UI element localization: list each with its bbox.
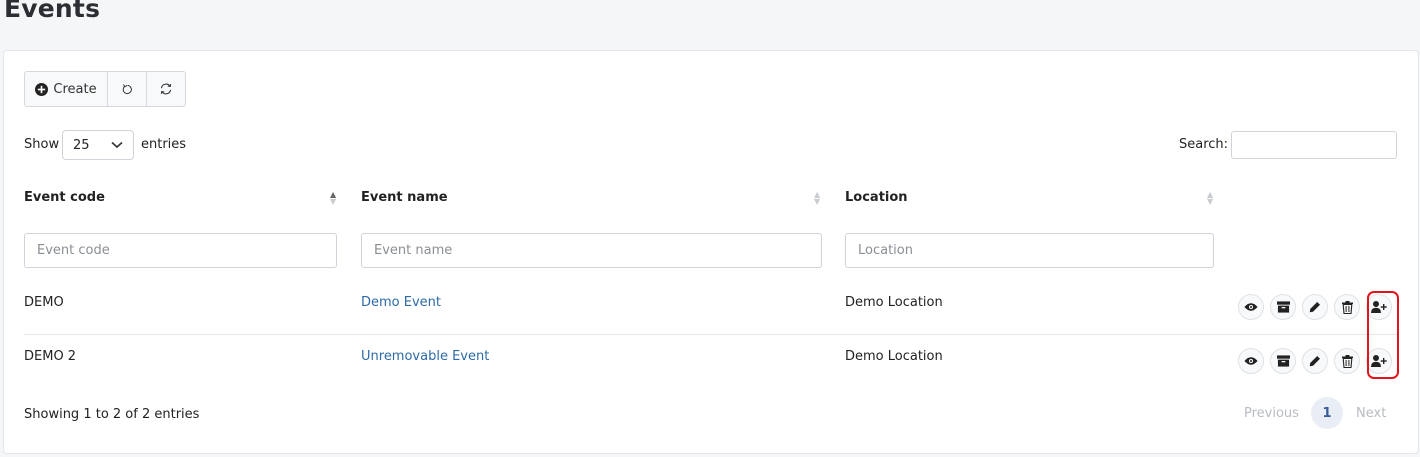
location-filter-input[interactable] — [845, 233, 1214, 268]
view-button[interactable] — [1238, 294, 1264, 320]
archive-icon — [1276, 355, 1290, 367]
sort-icon[interactable]: ▲ ▼ — [814, 191, 820, 206]
events-card: Create Show 25 entries Search: Event cod… — [3, 50, 1419, 454]
search-label: Search: — [1179, 137, 1229, 152]
location-cell: Demo Location — [845, 349, 943, 364]
eye-icon — [1244, 303, 1258, 311]
search-input[interactable] — [1231, 131, 1397, 159]
archive-icon — [1276, 301, 1290, 313]
entries-length-select[interactable]: 25 — [62, 130, 134, 160]
delete-button[interactable] — [1334, 294, 1360, 320]
trash-icon — [1341, 300, 1353, 314]
entries-length-value: 25 — [73, 137, 90, 153]
event-name-filter-input[interactable] — [361, 233, 822, 268]
refresh-icon — [160, 83, 172, 95]
view-button[interactable] — [1238, 348, 1264, 374]
eye-icon — [1244, 357, 1258, 365]
highlight-annotation — [1367, 291, 1399, 379]
page-1-button[interactable]: 1 — [1311, 397, 1343, 429]
edit-button[interactable] — [1302, 348, 1328, 374]
edit-button[interactable] — [1302, 294, 1328, 320]
event-code-cell: DEMO — [24, 295, 64, 310]
event-code-filter-input[interactable] — [24, 233, 337, 268]
create-button-label: Create — [53, 81, 97, 97]
plus-circle-icon — [35, 82, 49, 96]
sort-icon[interactable]: ▲ ▼ — [1207, 191, 1213, 206]
sort-icon[interactable]: ▲ ▼ — [330, 191, 336, 206]
pencil-icon — [1309, 302, 1320, 313]
chevron-down-icon — [111, 141, 123, 149]
delete-button[interactable] — [1334, 348, 1360, 374]
entries-label: entries — [141, 137, 187, 152]
location-cell: Demo Location — [845, 295, 943, 310]
row-divider — [24, 334, 1399, 335]
create-button[interactable]: Create — [25, 72, 107, 106]
page-title: Events — [4, 0, 101, 23]
archive-button[interactable] — [1270, 294, 1296, 320]
show-label: Show — [24, 137, 60, 152]
trash-icon — [1341, 354, 1353, 368]
next-page-button[interactable]: Next — [1356, 406, 1386, 421]
column-header-location[interactable]: Location — [845, 190, 908, 205]
event-code-cell: DEMO 2 — [24, 349, 77, 364]
previous-page-button[interactable]: Previous — [1244, 406, 1299, 421]
event-name-link[interactable]: Demo Event — [361, 295, 441, 310]
archive-button[interactable] — [1270, 348, 1296, 374]
undo-button[interactable] — [107, 72, 146, 106]
column-header-event-name[interactable]: Event name — [361, 190, 448, 205]
undo-icon — [122, 83, 132, 94]
column-header-event-code[interactable]: Event code — [24, 190, 105, 205]
pencil-icon — [1309, 356, 1320, 367]
table-info: Showing 1 to 2 of 2 entries — [24, 407, 200, 422]
event-name-link[interactable]: Unremovable Event — [361, 349, 489, 364]
toolbar-button-group: Create — [24, 71, 186, 107]
refresh-button[interactable] — [146, 72, 185, 106]
